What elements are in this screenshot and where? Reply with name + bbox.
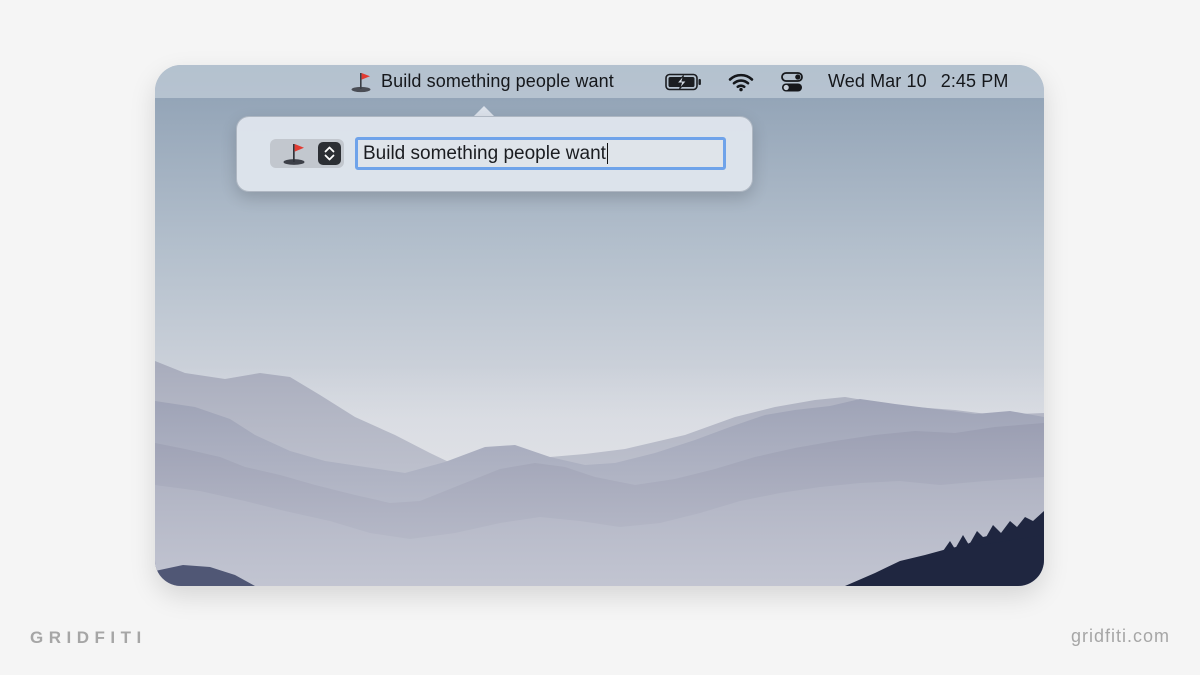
battery-charging-icon bbox=[665, 73, 701, 90]
brand-url: gridfiti.com bbox=[1070, 626, 1170, 646]
golf-flag-icon bbox=[283, 143, 305, 165]
emoji-stepper[interactable] bbox=[318, 142, 341, 165]
brand-wordmark: GRIDFITI bbox=[30, 628, 147, 647]
emoji-picker[interactable] bbox=[270, 139, 344, 168]
clock-time: 2:45 PM bbox=[940, 71, 1009, 91]
title-popover: Build something people want bbox=[236, 116, 753, 192]
desktop-screen: Build something people want Wed Mar 10 2… bbox=[155, 65, 1044, 586]
title-input[interactable]: Build something people want bbox=[355, 137, 726, 170]
golf-flag-icon bbox=[351, 72, 371, 92]
menubar-status-title: Build something people want bbox=[381, 71, 614, 91]
wifi-icon bbox=[728, 73, 754, 91]
menu-bar: Build something people want Wed Mar 10 2… bbox=[155, 65, 1044, 98]
menubar-clock[interactable]: Wed Mar 10 2:45 PM bbox=[828, 65, 1008, 98]
wifi-menu[interactable] bbox=[728, 65, 754, 98]
menubar-status-item[interactable]: Build something people want bbox=[350, 65, 614, 98]
battery-menu[interactable] bbox=[665, 65, 703, 98]
control-center-icon bbox=[781, 71, 803, 91]
clock-date: Wed Mar 10 bbox=[828, 71, 927, 91]
control-center-menu[interactable] bbox=[780, 65, 804, 98]
title-input-value: Build something people want bbox=[363, 142, 606, 164]
up-down-chevron-icon bbox=[324, 146, 335, 161]
text-caret bbox=[606, 143, 609, 164]
